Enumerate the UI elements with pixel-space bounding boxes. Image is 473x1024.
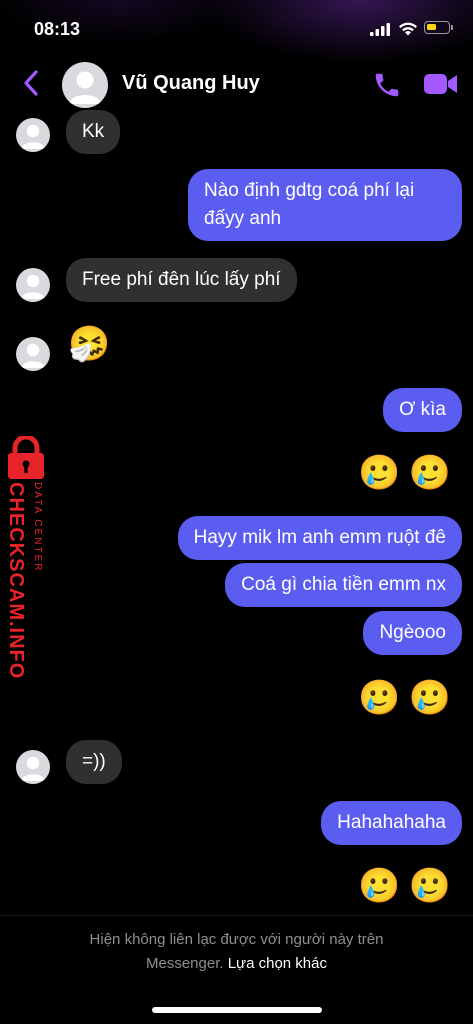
smiling-tear-emoji[interactable]: 🥲🥲: [358, 678, 459, 718]
watermark-text: CHECKSCAM.INFO: [5, 482, 27, 680]
notice-text: Hiện không liên lạc được với người này t…: [89, 931, 384, 948]
contact-name[interactable]: Vũ Quang Huy: [122, 72, 260, 95]
cellular-signal-icon: [370, 23, 390, 36]
default-avatar-icon: [21, 756, 45, 781]
phone-icon[interactable]: [372, 70, 402, 100]
smiling-tear-emoji[interactable]: 🥲🥲: [358, 866, 459, 906]
outgoing-message[interactable]: Hahahahaha: [321, 801, 462, 845]
other-options-link[interactable]: Lựa chọn khác: [228, 955, 327, 972]
outgoing-message[interactable]: Ơ kìa: [383, 388, 462, 432]
smiling-tear-emoji[interactable]: 🥲🥲: [358, 453, 459, 493]
default-avatar-icon: [69, 71, 101, 104]
sender-avatar[interactable]: [16, 268, 50, 302]
default-avatar-icon: [21, 124, 45, 149]
watermark-subtext: DATA CENTER: [32, 482, 43, 573]
outgoing-message[interactable]: Hayy mik lm anh emm ruột đê: [177, 516, 462, 560]
outgoing-message[interactable]: Ngèooo: [363, 611, 462, 655]
incoming-message[interactable]: Free phí đên lúc lấy phí: [66, 258, 297, 302]
status-bar: 08:13: [0, 0, 473, 56]
incoming-message[interactable]: =)): [66, 740, 122, 784]
video-camera-icon[interactable]: [423, 71, 459, 97]
sneezing-face-emoji[interactable]: 🤧: [68, 324, 110, 364]
unavailable-notice: Hiện không liên lạc được với người này t…: [0, 928, 473, 976]
status-time: 08:13: [34, 19, 81, 39]
home-indicator[interactable]: [152, 1007, 322, 1013]
incoming-message[interactable]: Kk: [66, 110, 121, 154]
padlock-watermark-icon: [8, 436, 44, 479]
outgoing-message[interactable]: Coá gì chia tiền emm nx: [225, 563, 462, 607]
sender-avatar[interactable]: [16, 750, 50, 784]
notice-text-line2: Messenger.: [146, 955, 224, 972]
battery-icon: [424, 21, 453, 34]
sender-avatar[interactable]: [16, 118, 50, 152]
sender-avatar[interactable]: [16, 337, 50, 371]
footer-divider: [0, 915, 473, 916]
outgoing-message[interactable]: Nào định gdtg coá phí lại đấyy anh: [188, 169, 462, 241]
back-chevron-icon[interactable]: [20, 68, 44, 98]
wifi-icon: [399, 22, 417, 36]
default-avatar-icon: [21, 343, 45, 368]
default-avatar-icon: [21, 274, 45, 299]
contact-avatar[interactable]: [62, 62, 108, 108]
